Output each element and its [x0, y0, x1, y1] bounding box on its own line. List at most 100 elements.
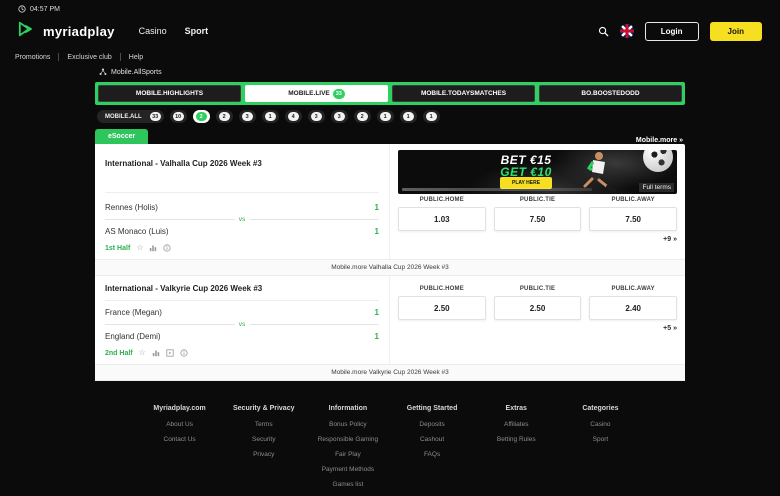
match-status-row: 2nd Half ☆ [105, 343, 379, 364]
filter-sport-5[interactable]: 1 [261, 110, 279, 123]
filter-all[interactable]: MOBILE.ALL 33 [97, 110, 164, 123]
odd-home-button[interactable]: 2.50 [398, 296, 486, 320]
odds-panel: PUBLIC.HOME PUBLIC.TIE PUBLIC.AWAY 2.50 … [390, 276, 685, 364]
filter-count: 2 [356, 112, 368, 121]
tab-boosted-odds[interactable]: BO.BOOSTEDODD [539, 85, 682, 102]
favorite-star-icon[interactable]: ☆ [136, 244, 143, 252]
divider [58, 53, 60, 61]
tab-todays-matches[interactable]: MOBILE.TODAYSMATCHES [392, 85, 535, 102]
filter-count: 3 [310, 112, 322, 121]
language-flag-icon[interactable] [619, 24, 634, 38]
away-team-row[interactable]: England (Demi) 1 [105, 328, 379, 343]
tab-highlights[interactable]: MOBILE.HIGHLIGHTS [98, 85, 241, 102]
footer-link-faqs[interactable]: FAQs [390, 451, 474, 458]
footer-link-bonus-policy[interactable]: Bonus Policy [306, 421, 390, 428]
full-terms-link[interactable]: Full terms [639, 183, 674, 192]
footer-link-cashout[interactable]: Cashout [390, 436, 474, 443]
filter-sport-11[interactable]: 1 [399, 110, 417, 123]
filter-all-count: 33 [149, 112, 161, 121]
odd-home-button[interactable]: 1.03 [398, 207, 486, 231]
favorite-star-icon[interactable]: ☆ [139, 349, 146, 357]
footer-link-sport[interactable]: Sport [558, 436, 642, 443]
footer-link-payment-methods[interactable]: Payment Methods [306, 466, 390, 473]
odd-away-button[interactable]: 7.50 [589, 207, 678, 231]
content-column: Mobile.AllSports MOBILE.HIGHLIGHTS MOBIL… [95, 66, 685, 381]
odd-away-button[interactable]: 2.40 [589, 296, 678, 320]
more-markets-link[interactable]: +9 » [398, 231, 677, 247]
filter-sport-10[interactable]: 1 [376, 110, 394, 123]
filter-sport-7[interactable]: 3 [307, 110, 325, 123]
filter-count: 1 [264, 112, 276, 121]
home-team-row[interactable]: France (Megan) 1 [105, 301, 379, 321]
footer-link-fair-play[interactable]: Fair Play [306, 451, 390, 458]
more-markets-link[interactable]: +5 » [398, 320, 677, 336]
mobile-more-link[interactable]: Mobile.more » [636, 137, 685, 144]
filter-sport-8[interactable]: 3 [330, 110, 348, 123]
filter-sport-1[interactable]: 10 [169, 110, 187, 123]
nav-casino[interactable]: Casino [139, 26, 167, 36]
tab-esoccer[interactable]: eSoccer [95, 129, 149, 144]
footer-link-privacy[interactable]: Privacy [222, 451, 306, 458]
home-team-row[interactable]: Rennes (Holis) 1 [105, 193, 379, 216]
footer-link-responsible-gaming[interactable]: Responsible Gaming [306, 436, 390, 443]
filter-sport-4[interactable]: 3 [238, 110, 256, 123]
filter-sport-2-selected[interactable]: 2 [192, 110, 210, 123]
footer-link-betting-rules[interactable]: Betting Rules [474, 436, 558, 443]
footer-col-title: Myriadplay.com [153, 405, 206, 412]
subnav-exclusive-club[interactable]: Exclusive club [67, 54, 111, 61]
tab-label: MOBILE.LIVE [288, 90, 330, 97]
home-team-name: France (Megan) [105, 308, 162, 317]
footer-col-title: Security & Privacy [233, 405, 295, 412]
away-team-row[interactable]: AS Monaco (Luis) 1 [105, 223, 379, 238]
odd-tie-button[interactable]: 2.50 [493, 296, 582, 320]
tab-label: BO.BOOSTEDODD [581, 90, 640, 97]
footer-link-about-us[interactable]: About Us [138, 421, 222, 428]
main-nav: Casino Sport [139, 26, 209, 36]
status-bar: 04:57 PM [0, 0, 780, 13]
stats-icon[interactable] [149, 244, 157, 252]
breadcrumb[interactable]: Mobile.AllSports [95, 66, 685, 79]
live-tracker-icon[interactable] [166, 349, 174, 357]
footer-col-title: Information [328, 405, 368, 412]
filter-count: 1 [402, 112, 414, 121]
footer-col-categories: Categories Casino Sport [558, 405, 642, 496]
footer-link-casino[interactable]: Casino [558, 421, 642, 428]
league-more-bar-valhalla[interactable]: Mobile.more Valhalla Cup 2026 Week #3 [95, 259, 685, 276]
stats-icon[interactable] [152, 349, 160, 357]
logo[interactable]: myriadplay [17, 20, 115, 43]
filter-sport-3[interactable]: 2 [215, 110, 233, 123]
footer-link-terms[interactable]: Terms [222, 421, 306, 428]
period-label: 1st Half [105, 244, 131, 252]
tab-label: MOBILE.TODAYSMATCHES [420, 90, 507, 97]
filter-sport-12[interactable]: 1 [422, 110, 440, 123]
subnav-promotions[interactable]: Promotions [15, 54, 50, 61]
login-button[interactable]: Login [644, 21, 699, 41]
subnav-help[interactable]: Help [129, 54, 143, 61]
footer-link-affiliates[interactable]: Affiliates [474, 421, 558, 428]
footer-col-getting-started: Getting Started Deposits Cashout FAQs [390, 405, 474, 496]
footer-link-contact-us[interactable]: Contact Us [138, 436, 222, 443]
soccer-ball-image [643, 150, 673, 172]
footer-col-myriadplay: Myriadplay.com About Us Contact Us [138, 405, 222, 496]
info-icon[interactable] [163, 244, 172, 252]
info-icon[interactable] [180, 349, 188, 357]
vs-divider: vs [105, 321, 379, 328]
footer-col-extras: Extras Affiliates Betting Rules [474, 405, 558, 496]
odds-header-tie: PUBLIC.TIE [519, 197, 556, 203]
filter-sport-9[interactable]: 2 [353, 110, 371, 123]
odd-tie-button[interactable]: 7.50 [493, 207, 582, 231]
footer-link-games-list[interactable]: Games list [306, 481, 390, 488]
join-button[interactable]: Join [709, 21, 762, 41]
footer-link-deposits[interactable]: Deposits [390, 421, 474, 428]
footer-link-security[interactable]: Security [222, 436, 306, 443]
search-icon[interactable] [598, 26, 609, 37]
odds-header-home: PUBLIC.HOME [419, 286, 464, 292]
promo-banner[interactable]: BET €15 GET €10 PLAY HERE Full terms [398, 150, 677, 194]
filter-sport-6[interactable]: 4 [284, 110, 302, 123]
tab-live[interactable]: MOBILE.LIVE 33 [245, 85, 388, 102]
sports-category-icon [99, 68, 107, 78]
odds-row: 1.03 7.50 7.50 [398, 207, 678, 231]
nav-sport[interactable]: Sport [185, 26, 209, 36]
filter-count: 3 [241, 112, 253, 121]
league-more-bar-valkyrie[interactable]: Mobile.more Valkyrie Cup 2026 Week #3 [95, 364, 685, 381]
